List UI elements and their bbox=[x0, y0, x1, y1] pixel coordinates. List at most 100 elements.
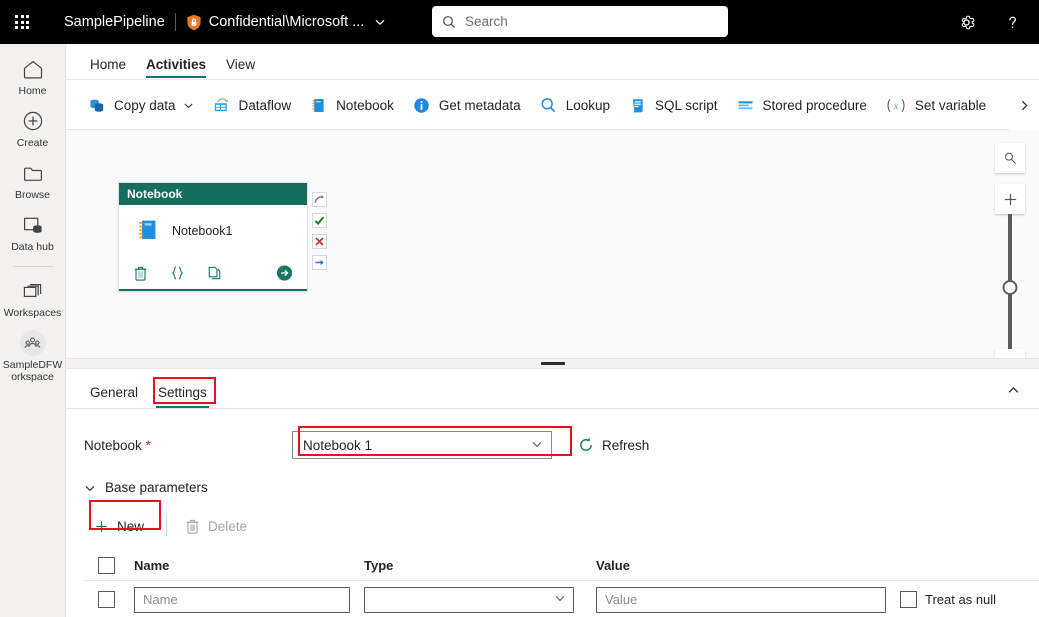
canvas-zoom-controls bbox=[995, 143, 1025, 358]
activities-toolbar: Copy data Dataflow Notebook Get metadata… bbox=[66, 80, 1039, 130]
pipeline-name[interactable]: SamplePipeline bbox=[64, 14, 165, 30]
set-variable-label: Set variable bbox=[914, 97, 987, 113]
lookup-label: Lookup bbox=[565, 97, 610, 113]
notebook-icon bbox=[309, 96, 328, 115]
name-cell bbox=[134, 586, 364, 613]
column-header-type: Type bbox=[364, 558, 394, 573]
parameter-name-input[interactable] bbox=[134, 586, 350, 613]
sidebar-item-label: SampleDFWorkspace bbox=[2, 359, 63, 383]
row-checkbox[interactable] bbox=[98, 591, 115, 608]
sidebar-item-label: Workspaces bbox=[3, 307, 62, 319]
sidebar-item-home[interactable]: Home bbox=[0, 56, 66, 97]
search-input[interactable] bbox=[463, 13, 718, 30]
zoom-in-icon[interactable] bbox=[995, 184, 1025, 214]
run-arrow-icon[interactable] bbox=[276, 265, 293, 282]
notebook-field-label: Notebook * bbox=[84, 438, 292, 453]
global-search[interactable] bbox=[432, 6, 728, 37]
zoom-search-icon[interactable] bbox=[995, 143, 1025, 173]
node-output-connectors bbox=[312, 192, 327, 270]
get-metadata-button[interactable]: Get metadata bbox=[403, 88, 530, 122]
plus-icon bbox=[94, 519, 109, 534]
svg-text:x: x bbox=[893, 100, 898, 110]
base-parameters-label: Base parameters bbox=[105, 480, 208, 495]
top-bar: SamplePipeline Confidential\Microsoft ..… bbox=[0, 0, 1039, 44]
tab-home[interactable]: Home bbox=[80, 57, 136, 79]
sql-script-button[interactable]: SQL script bbox=[619, 88, 727, 122]
parameter-value-input[interactable] bbox=[596, 586, 886, 613]
base-parameters-toggle[interactable]: Base parameters bbox=[84, 480, 1039, 495]
table-row: Treat as null bbox=[84, 581, 1039, 617]
fabric-pipeline-app: SamplePipeline Confidential\Microsoft ..… bbox=[0, 0, 1039, 617]
help-icon[interactable] bbox=[995, 5, 1029, 39]
app-launcher-icon[interactable] bbox=[0, 0, 44, 44]
sidebar-item-browse[interactable]: Browse bbox=[0, 160, 66, 201]
tab-settings[interactable]: Settings bbox=[148, 385, 217, 408]
treat-as-null-toggle[interactable]: Treat as null bbox=[900, 591, 996, 608]
top-bar-actions bbox=[949, 0, 1029, 44]
treat-as-null-checkbox[interactable] bbox=[900, 591, 917, 608]
chevron-down-icon bbox=[84, 482, 96, 494]
node-body: Notebook1 bbox=[119, 205, 307, 257]
search-icon bbox=[442, 15, 456, 29]
type-cell bbox=[364, 586, 596, 613]
table-header-row: Name Type Value bbox=[84, 551, 1039, 581]
toolbar-overflow-button[interactable] bbox=[1009, 80, 1039, 130]
ribbon-tabs: Home Activities View bbox=[66, 44, 1039, 80]
new-button[interactable]: New bbox=[84, 511, 154, 541]
dataflow-button[interactable]: Dataflow bbox=[203, 88, 301, 122]
sidebar-item-data-hub[interactable]: Data hub bbox=[0, 212, 66, 253]
delete-icon[interactable] bbox=[133, 265, 148, 281]
sensitivity-label-button[interactable]: Confidential\Microsoft ... bbox=[186, 14, 387, 31]
column-header-value: Value bbox=[596, 558, 630, 573]
lookup-button[interactable]: Lookup bbox=[530, 88, 619, 122]
on-success-icon[interactable] bbox=[312, 213, 327, 228]
settings-form: Notebook * Notebook 1 Refresh Base param… bbox=[66, 409, 1039, 617]
tab-activities[interactable]: Activities bbox=[136, 57, 216, 79]
notebook-activity-node[interactable]: Notebook Notebook1 bbox=[119, 183, 307, 291]
notebook-button[interactable]: Notebook bbox=[300, 88, 403, 122]
base-parameters-table: Name Type Value Name Value Treat as null bbox=[84, 551, 1039, 617]
get-metadata-label: Get metadata bbox=[438, 97, 521, 113]
notebook-dropdown[interactable]: Notebook 1 bbox=[292, 431, 552, 459]
tab-general[interactable]: General bbox=[80, 385, 148, 408]
stored-procedure-button[interactable]: Stored procedure bbox=[727, 88, 876, 122]
on-completion-icon[interactable] bbox=[312, 255, 327, 270]
gear-icon[interactable] bbox=[949, 5, 983, 39]
sidebar-item-workspaces[interactable]: Workspaces bbox=[0, 278, 66, 319]
tab-view[interactable]: View bbox=[216, 57, 265, 79]
set-variable-button[interactable]: x Set variable bbox=[876, 88, 995, 122]
sql-script-icon bbox=[628, 96, 647, 115]
row-select-cell bbox=[84, 591, 134, 608]
select-all-checkbox[interactable] bbox=[98, 557, 115, 574]
set-variable-icon: x bbox=[885, 96, 907, 115]
chevron-up-icon[interactable] bbox=[1001, 378, 1025, 402]
notebook-dropdown-value: Notebook 1 bbox=[303, 437, 373, 453]
code-braces-icon[interactable] bbox=[170, 265, 185, 281]
chevron-down-icon[interactable] bbox=[183, 100, 194, 111]
copy-data-button[interactable]: Copy data bbox=[78, 88, 203, 122]
sensitivity-label-text: Confidential\Microsoft ... bbox=[208, 14, 365, 30]
on-skip-icon[interactable] bbox=[312, 192, 327, 207]
zoom-out-icon[interactable] bbox=[995, 349, 1025, 358]
sidebar-item-create[interactable]: Create bbox=[0, 108, 66, 149]
refresh-button[interactable]: Refresh bbox=[578, 437, 649, 453]
parameter-type-dropdown[interactable] bbox=[364, 586, 574, 613]
delete-button[interactable]: Delete bbox=[175, 511, 257, 541]
plus-circle-icon bbox=[22, 108, 44, 134]
column-header-name: Name bbox=[134, 558, 170, 573]
panel-resize-handle[interactable] bbox=[66, 358, 1039, 369]
info-icon bbox=[412, 96, 431, 115]
divider bbox=[12, 266, 53, 267]
chevron-down-icon bbox=[531, 438, 543, 453]
select-all-cell bbox=[84, 557, 134, 574]
divider bbox=[166, 516, 168, 536]
stored-procedure-icon bbox=[736, 96, 755, 115]
panel-tabs: General Settings bbox=[66, 369, 1039, 409]
copy-data-icon bbox=[87, 96, 106, 115]
zoom-slider-thumb[interactable] bbox=[1002, 280, 1018, 295]
duplicate-icon[interactable] bbox=[207, 265, 222, 281]
pipeline-canvas[interactable]: Notebook Notebook1 bbox=[66, 130, 1039, 358]
zoom-slider[interactable] bbox=[995, 214, 1025, 349]
on-failure-icon[interactable] bbox=[312, 234, 327, 249]
sidebar-item-sampledfworkspace[interactable]: SampleDFWorkspace bbox=[0, 330, 66, 383]
